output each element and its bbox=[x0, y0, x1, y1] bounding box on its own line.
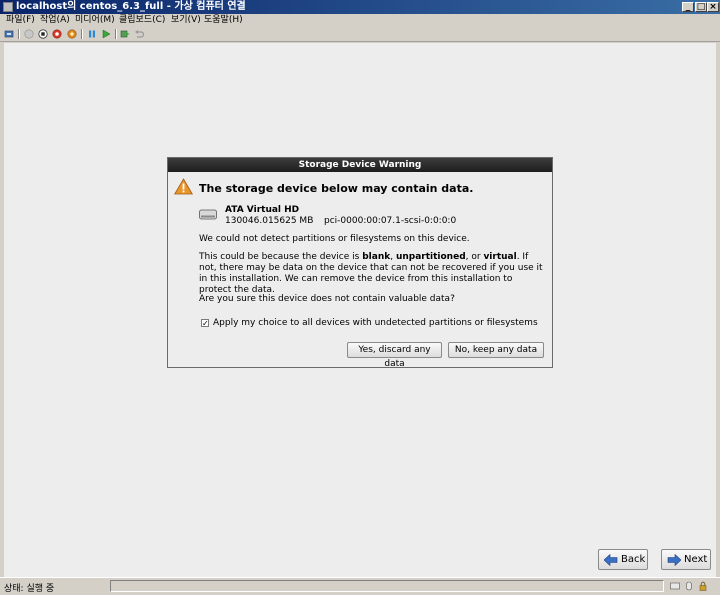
maximize-button[interactable]: □ bbox=[695, 2, 707, 12]
menu-file[interactable]: 파일(F) bbox=[6, 14, 35, 26]
back-label: Back bbox=[621, 554, 646, 565]
ctrl-alt-del-icon[interactable] bbox=[4, 29, 14, 39]
revert-icon[interactable] bbox=[134, 29, 144, 39]
apply-all-checkbox[interactable]: ✓ bbox=[201, 319, 209, 328]
device-path: pci-0000:00:07.1-scsi-0:0:0:0 bbox=[324, 216, 457, 226]
hard-disk-icon bbox=[199, 209, 217, 220]
next-label: Next bbox=[684, 554, 708, 565]
mouse-icon bbox=[686, 581, 692, 591]
window-title-bar: localhost의 centos_6.3_full - 가상 컴퓨터 연결 _… bbox=[0, 0, 720, 14]
explanation-text-1: This could be because the device is bbox=[199, 252, 363, 262]
toolbar-separator bbox=[81, 29, 83, 39]
vm-screen: Storage Device Warning The storage devic… bbox=[4, 43, 716, 577]
toolbar-separator bbox=[115, 29, 117, 39]
warning-icon bbox=[174, 178, 193, 195]
storage-warning-dialog: Storage Device Warning The storage devic… bbox=[167, 157, 553, 369]
status-text: 상태: 실행 중 bbox=[4, 584, 55, 594]
menu-bar: 파일(F) 작업(A) 미디어(M) 클립보드(C) 보기(V) 도움말(H) bbox=[0, 14, 720, 26]
app-icon bbox=[3, 2, 13, 12]
yes-discard-button[interactable]: Yes, discard any data bbox=[347, 342, 442, 369]
back-arrow-icon bbox=[604, 554, 618, 566]
toolbar bbox=[0, 26, 720, 42]
no-keep-button[interactable]: No, keep any data bbox=[448, 342, 544, 358]
explanation-blank: blank bbox=[362, 252, 391, 262]
menu-help[interactable]: 도움말(H) bbox=[204, 14, 243, 26]
turn-off-icon[interactable] bbox=[38, 29, 48, 39]
back-button[interactable]: Back bbox=[598, 549, 648, 570]
start-icon[interactable] bbox=[24, 29, 34, 39]
menu-media[interactable]: 미디어(M) bbox=[75, 14, 115, 26]
apply-all-label[interactable]: Apply my choice to all devices with unde… bbox=[213, 318, 538, 328]
shutdown-icon[interactable] bbox=[52, 29, 62, 39]
device-name: ATA Virtual HD bbox=[225, 205, 300, 215]
resume-icon[interactable] bbox=[101, 29, 111, 39]
explanation-virtual: virtual bbox=[483, 252, 517, 262]
status-panel bbox=[110, 580, 664, 592]
menu-view[interactable]: 보기(V) bbox=[171, 14, 201, 26]
status-bar: 상태: 실행 중 bbox=[0, 577, 720, 595]
save-icon[interactable] bbox=[67, 29, 77, 39]
menu-action[interactable]: 작업(A) bbox=[40, 14, 70, 26]
toolbar-separator bbox=[18, 29, 20, 39]
next-button[interactable]: Next bbox=[661, 549, 711, 570]
device-size: 130046.015625 MB bbox=[225, 216, 314, 226]
snapshot-icon[interactable] bbox=[120, 29, 130, 39]
dialog-title: Storage Device Warning bbox=[168, 158, 552, 172]
minimize-button[interactable]: _ bbox=[682, 2, 694, 12]
explanation-paragraph: This could be because the device is blan… bbox=[199, 252, 547, 296]
lock-icon bbox=[699, 581, 707, 591]
dialog-heading: The storage device below may contain dat… bbox=[199, 182, 474, 195]
confirmation-question: Are you sure this device does not contai… bbox=[199, 294, 455, 304]
no-partitions-message: We could not detect partitions or filesy… bbox=[199, 234, 470, 244]
window-title: localhost의 centos_6.3_full - 가상 컴퓨터 연결 bbox=[16, 1, 246, 12]
next-arrow-icon bbox=[667, 554, 681, 566]
close-button[interactable]: × bbox=[707, 2, 719, 12]
menu-clipboard[interactable]: 클립보드(C) bbox=[119, 14, 165, 26]
pause-icon[interactable] bbox=[87, 29, 97, 39]
explanation-sep-2: , or bbox=[465, 252, 484, 262]
keyboard-icon bbox=[670, 582, 680, 590]
explanation-unpartitioned: unpartitioned bbox=[395, 252, 466, 262]
